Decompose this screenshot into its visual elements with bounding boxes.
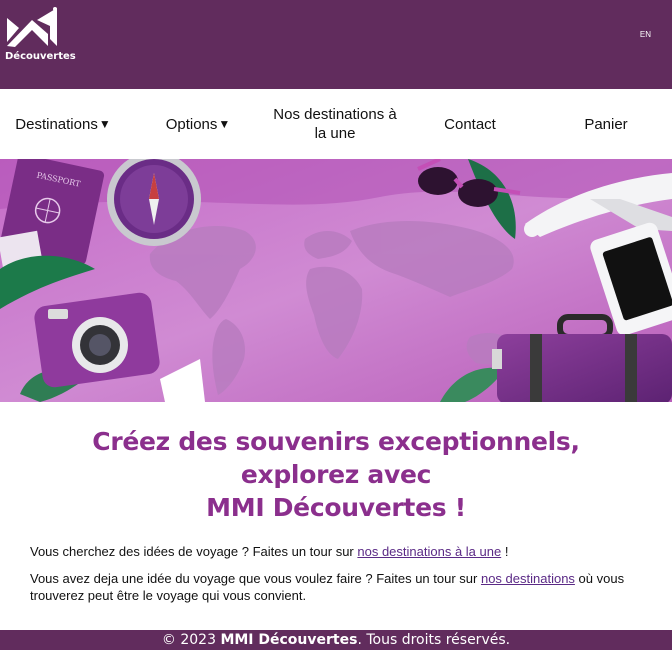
intro-text: Vous cherchez des idées de voyage ? Fait… bbox=[0, 543, 672, 604]
travel-banner-image: PASSPORT bbox=[0, 159, 672, 402]
nav-item-label: Panier bbox=[584, 115, 628, 133]
logo-text: Découvertes bbox=[5, 51, 76, 62]
intro-paragraph: Vous avez deja une idée du voyage que vo… bbox=[30, 570, 642, 604]
footer-text: . Tous droits réservés. bbox=[357, 632, 511, 648]
featured-destinations-link[interactable]: nos destinations à la une bbox=[357, 544, 501, 559]
site-footer: © 2023 MMI Découvertes. Tous droits rése… bbox=[0, 630, 672, 650]
nav-item-label: Contact bbox=[444, 115, 496, 133]
page-title-line: MMI Découvertes ! bbox=[206, 493, 466, 522]
page-title-line: explorez avec bbox=[240, 460, 432, 489]
page-title: Créez des souvenirs exceptionnels, explo… bbox=[0, 425, 672, 524]
caret-down-icon: ▼ bbox=[218, 116, 231, 131]
footer-brand: MMI Découvertes bbox=[220, 632, 358, 648]
paragraph-text: Vous cherchez des idées de voyage ? Fait… bbox=[30, 544, 358, 559]
destinations-link[interactable]: nos destinations bbox=[481, 571, 575, 586]
nav-item-options[interactable]: Options ▼ bbox=[135, 89, 261, 159]
nav-item-label: Nos destinations à la une bbox=[273, 106, 397, 142]
nav-item-featured-destinations[interactable]: Nos destinations à la une bbox=[268, 89, 402, 159]
intro-paragraph: Vous cherchez des idées de voyage ? Fait… bbox=[30, 543, 642, 560]
nav-item-label: Options bbox=[165, 115, 218, 133]
main-nav: Destinations ▼ Options ▼ Nos destinations … bbox=[0, 89, 672, 159]
site-header: Découvertes EN bbox=[0, 0, 672, 89]
nav-item-cart[interactable]: Panier bbox=[543, 89, 669, 159]
language-switch-link[interactable]: EN bbox=[640, 30, 651, 39]
nav-item-label: Destinations bbox=[15, 115, 98, 133]
paragraph-text: ! bbox=[501, 544, 509, 559]
page-title-line: Créez des souvenirs exceptionnels, bbox=[92, 427, 580, 456]
footer-text: © 2023 bbox=[161, 632, 221, 648]
nav-item-destinations[interactable]: Destinations ▼ bbox=[0, 89, 126, 159]
nav-item-contact[interactable]: Contact bbox=[407, 89, 533, 159]
caret-down-icon: ▼ bbox=[98, 116, 111, 131]
paragraph-text: Vous avez deja une idée du voyage que vo… bbox=[30, 571, 481, 586]
